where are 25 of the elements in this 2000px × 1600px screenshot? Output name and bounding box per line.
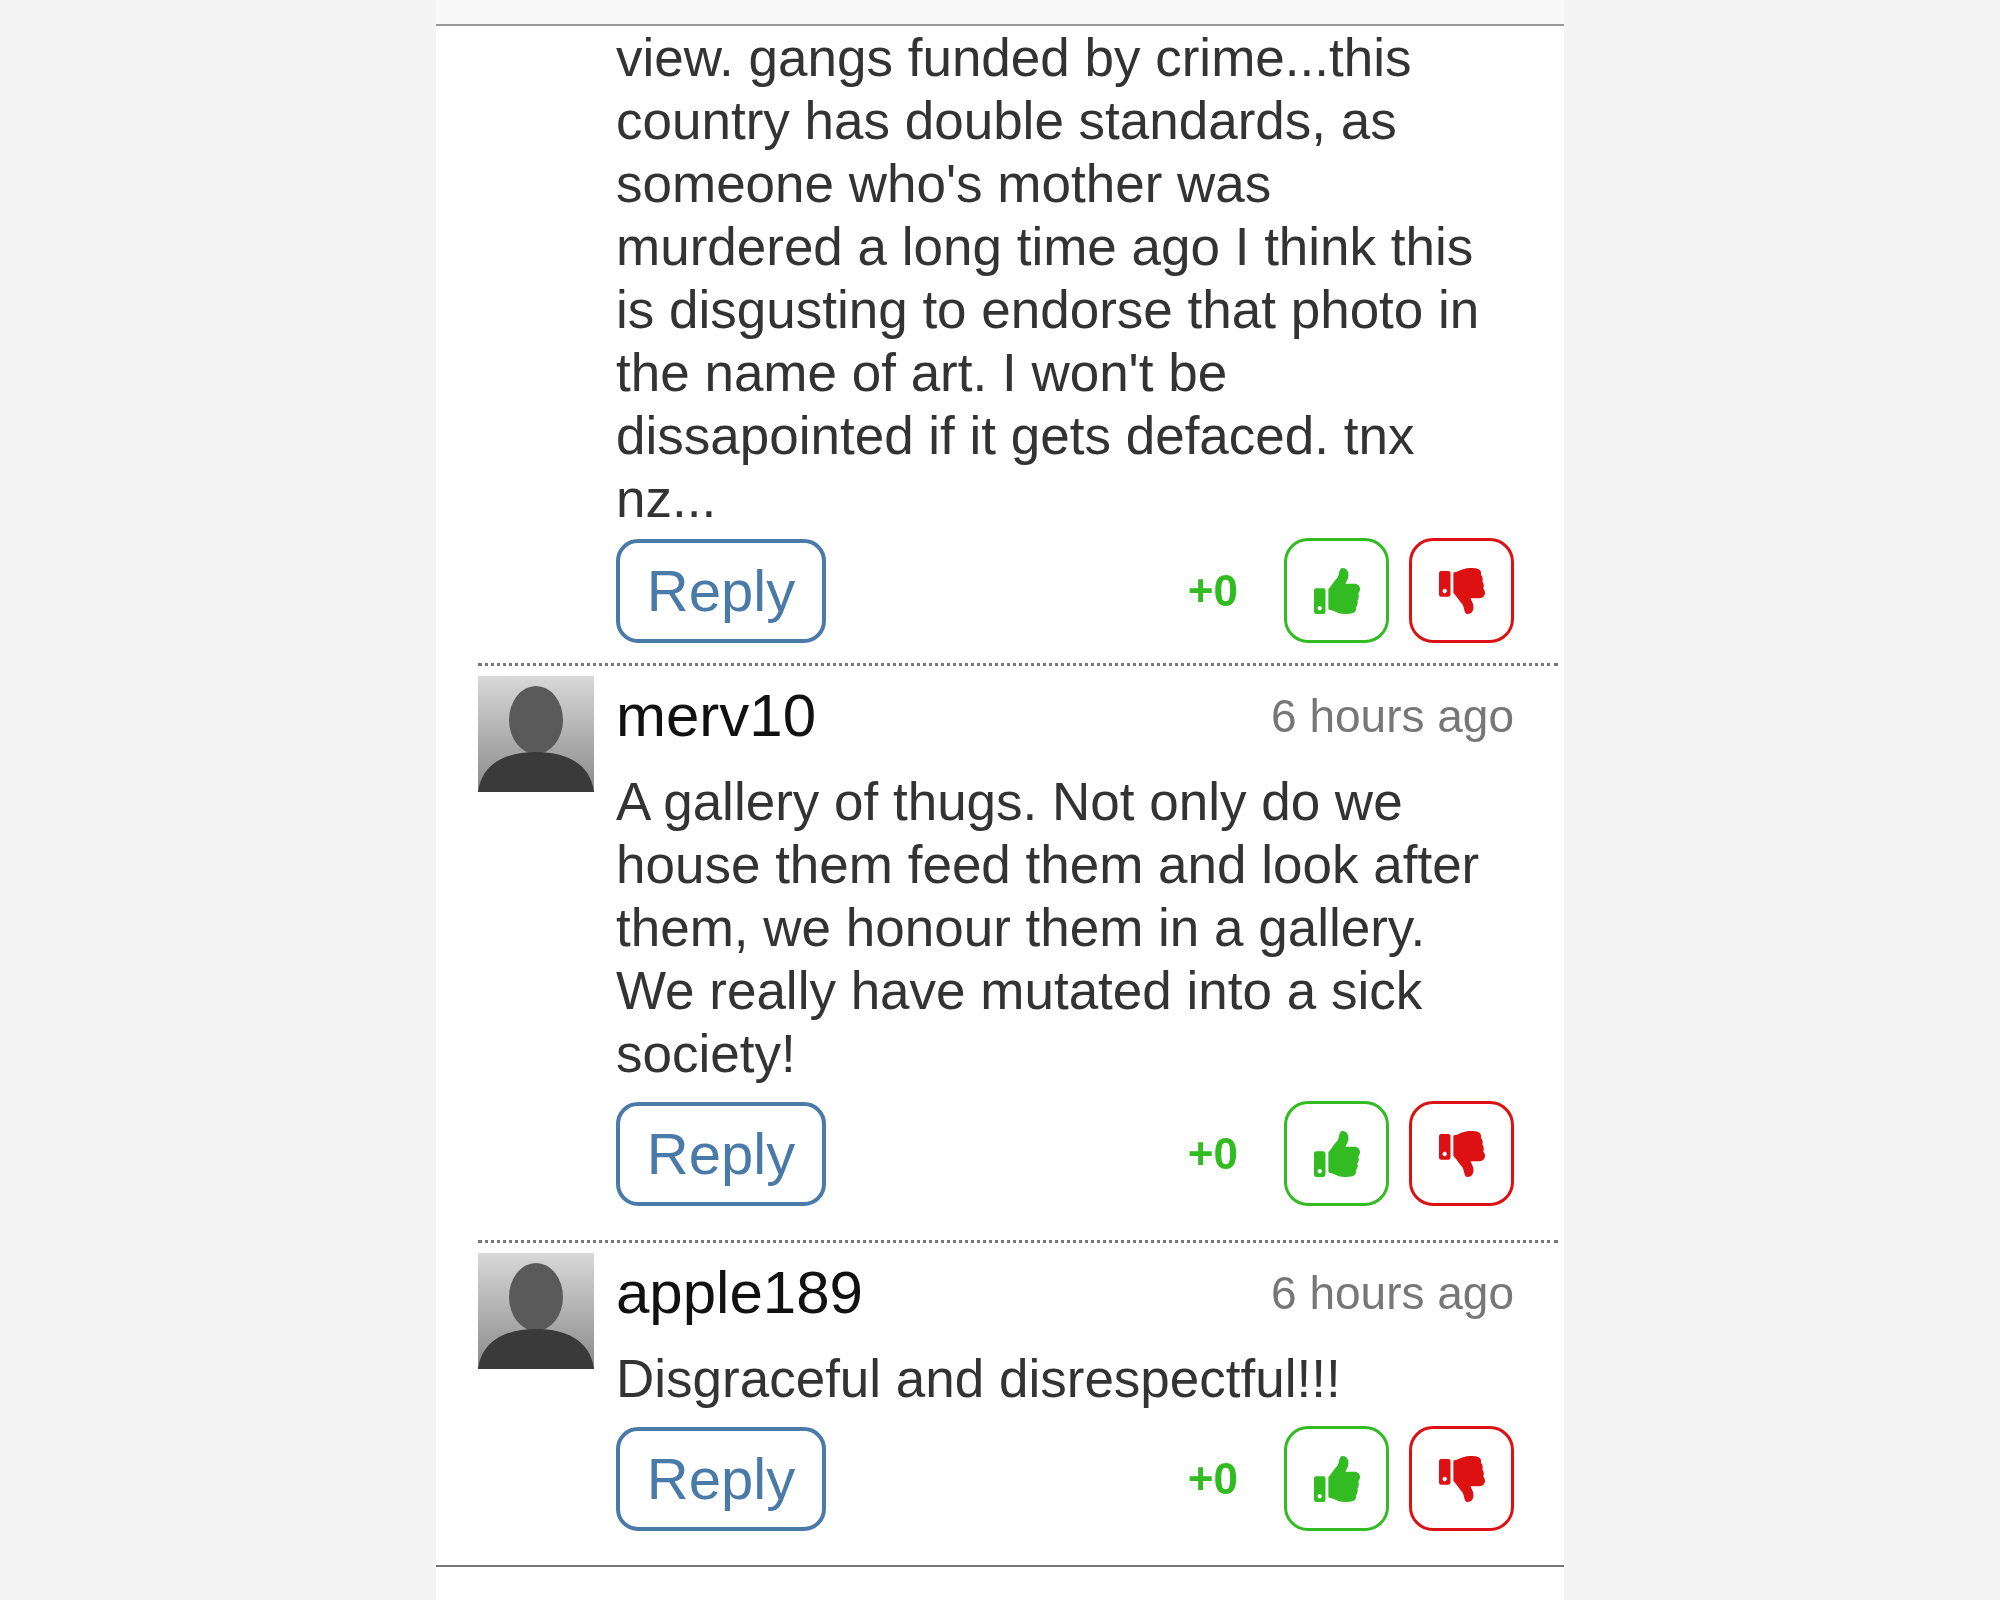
reply-button[interactable]: Reply	[616, 1101, 826, 1206]
comment-text: Disgraceful and disrespectful!!!	[616, 1348, 1342, 1410]
thumbs-down-icon	[1438, 567, 1485, 614]
vote-score: +0	[1187, 1127, 1238, 1180]
username[interactable]: merv10	[616, 686, 817, 746]
upvote-button[interactable]	[1284, 1426, 1389, 1531]
comment-text: A gallery of thugs. Not only do we house them feed them and look after them, we honour them in a gallery. We really have mutated into a sick society!	[616, 771, 1481, 1085]
reply-button[interactable]: Reply	[616, 1426, 826, 1531]
thumbs-up-icon	[1313, 1455, 1360, 1502]
vote-score: +0	[1187, 1452, 1238, 1505]
comment-text: view. gangs funded by crime...this country has double standards, as someone who's mother was murdered a long time ago I think this is disgusting to endorse that photo in the name of art. I won't be dissapointed if it gets defaced. tnx nz...	[616, 27, 1481, 530]
upvote-button[interactable]	[1284, 538, 1389, 643]
reply-button[interactable]: Reply	[616, 538, 826, 643]
thumbs-up-icon	[1313, 567, 1360, 614]
vote-score: +0	[1187, 564, 1238, 617]
downvote-button[interactable]	[1409, 538, 1514, 643]
upvote-button[interactable]	[1284, 1101, 1389, 1206]
username[interactable]: apple189	[616, 1263, 863, 1323]
downvote-button[interactable]	[1409, 1426, 1514, 1531]
thumbs-up-icon	[1313, 1130, 1360, 1177]
thumbs-down-icon	[1438, 1130, 1485, 1177]
avatar-icon	[478, 676, 594, 792]
downvote-button[interactable]	[1409, 1101, 1514, 1206]
thumbs-down-icon	[1438, 1455, 1485, 1502]
avatar-icon	[478, 1253, 594, 1369]
